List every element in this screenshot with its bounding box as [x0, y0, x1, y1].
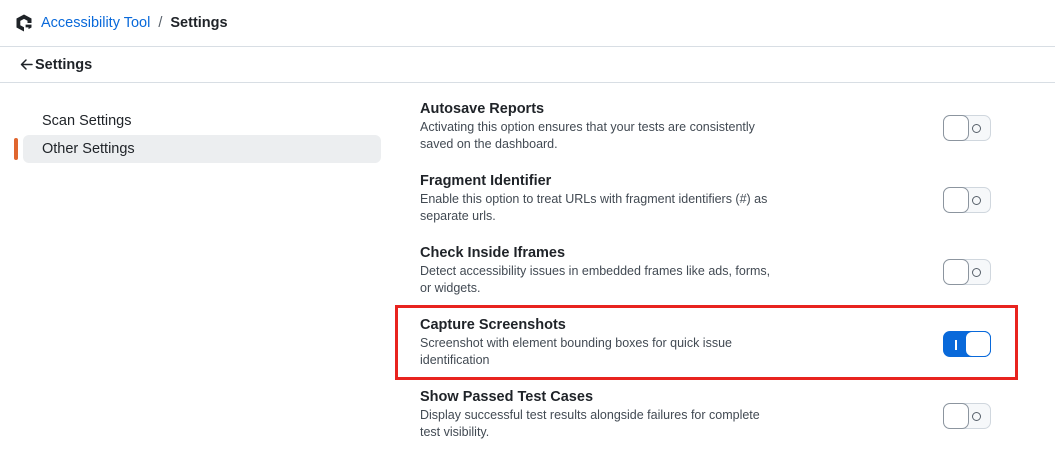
toggle-knob: [943, 115, 969, 141]
toggle-off-icon: [972, 412, 981, 421]
setting-description: Enable this option to treat URLs with fr…: [420, 192, 768, 223]
top-bar: Accessibility Tool / Settings: [0, 0, 1055, 47]
sidebar-item-label: Scan Settings: [42, 113, 132, 129]
toggle-off-icon: [972, 196, 981, 205]
setting-check-inside-iframes: Check Inside Iframes Detect accessibilit…: [420, 244, 1020, 297]
setting-title: Check Inside Iframes: [420, 245, 566, 261]
breadcrumb-current: Settings: [170, 15, 228, 31]
settings-sidebar: Scan Settings Other Settings: [14, 107, 381, 163]
setting-show-passed-test-cases: Show Passed Test Cases Display successfu…: [420, 388, 1020, 441]
setting-description: Detect accessibility issues in embedded …: [420, 264, 771, 295]
sidebar-item-other-settings[interactable]: Other Settings: [14, 135, 381, 163]
setting-title: Show Passed Test Cases: [420, 389, 594, 405]
setting-autosave-reports: Autosave Reports Activating this option …: [420, 100, 1020, 153]
fragment-identifier-toggle[interactable]: [943, 187, 991, 213]
back-button[interactable]: Settings: [20, 57, 92, 73]
app-logo-icon[interactable]: [14, 13, 34, 33]
arrow-left-icon: [20, 59, 33, 70]
setting-description: Display successful test results alongsid…: [420, 408, 760, 439]
breadcrumb-app-link[interactable]: Accessibility Tool: [41, 15, 150, 31]
setting-title: Fragment Identifier: [420, 173, 552, 189]
breadcrumb-separator: /: [158, 15, 163, 31]
highlight-box: [395, 305, 1018, 380]
autosave-reports-toggle[interactable]: [943, 115, 991, 141]
toggle-off-icon: [972, 268, 981, 277]
check-inside-iframes-toggle[interactable]: [943, 259, 991, 285]
setting-title: Autosave Reports: [420, 101, 545, 117]
setting-fragment-identifier: Fragment Identifier Enable this option t…: [420, 172, 1020, 225]
toggle-knob: [943, 403, 969, 429]
toggle-knob: [943, 187, 969, 213]
sidebar-item-label: Other Settings: [42, 141, 135, 157]
toggle-off-icon: [972, 124, 981, 133]
show-passed-test-cases-toggle[interactable]: [943, 403, 991, 429]
sub-header: Settings: [0, 47, 1055, 83]
setting-description: Activating this option ensures that your…: [420, 120, 755, 151]
toggle-knob: [943, 259, 969, 285]
back-button-label: Settings: [35, 56, 93, 73]
sidebar-item-scan-settings[interactable]: Scan Settings: [23, 107, 381, 135]
